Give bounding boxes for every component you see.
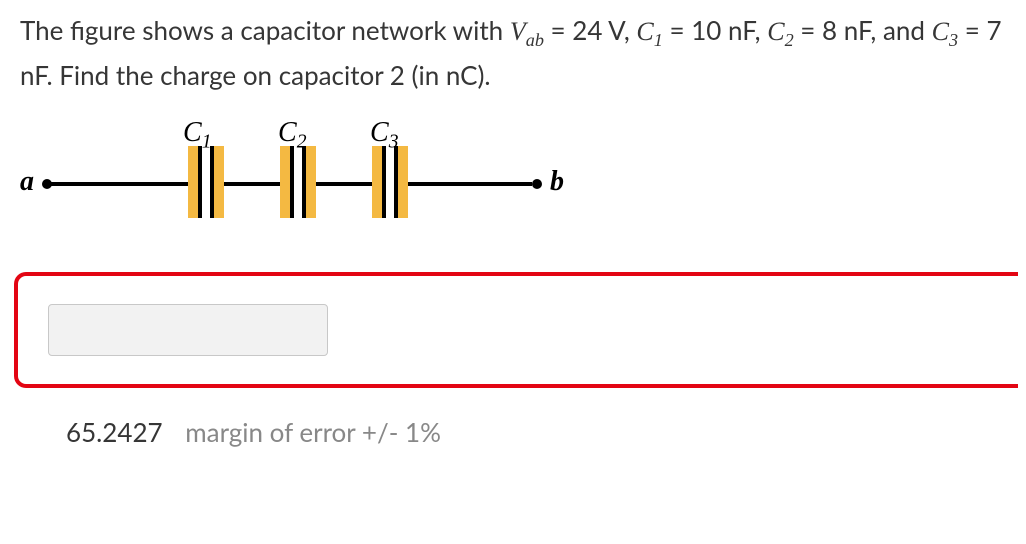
circuit-figure: a C1 C2 C3 b <box>20 122 580 242</box>
q-eq2: = 10 nF, <box>663 14 767 46</box>
wire-1 <box>48 182 188 186</box>
cap1-sub: 1 <box>202 132 212 153</box>
cap3-sub: 3 <box>389 132 399 153</box>
vab-sym: Vab <box>510 17 544 46</box>
answer-input[interactable] <box>48 304 328 356</box>
result-line: 65.2427 margin of error +/- 1% <box>66 416 1006 448</box>
capacitor-3 <box>372 146 408 218</box>
q-intro: The figure shows a capacitor network wit… <box>20 14 510 46</box>
cap1-pre: C <box>183 117 202 148</box>
cap3-label: C3 <box>370 117 398 154</box>
q-eq3: = 8 nF, and <box>794 14 932 46</box>
cap1-label: C1 <box>183 117 211 154</box>
q-eq1: = 24 V, <box>544 14 636 46</box>
cap2-sub: 2 <box>297 132 307 153</box>
correct-answer: 65.2427 <box>66 416 163 448</box>
vab-pre: V <box>510 17 526 46</box>
node-b-dot <box>532 179 542 189</box>
answer-box <box>14 272 1018 388</box>
c2-sym: C2 <box>767 17 793 46</box>
wire-3 <box>316 182 372 186</box>
c3-sym: C3 <box>932 17 958 46</box>
wire-4 <box>408 182 532 186</box>
node-a-label: a <box>20 166 34 198</box>
c2-pre: C <box>767 17 784 46</box>
c2-sub: 2 <box>785 30 794 50</box>
cap2-label: C2 <box>278 117 306 154</box>
cap3-pre: C <box>370 117 389 148</box>
margin-note: margin of error +/- 1% <box>185 416 441 448</box>
c3-pre: C <box>932 17 949 46</box>
wire-2 <box>224 182 280 186</box>
question-text: The figure shows a capacitor network wit… <box>20 10 1006 97</box>
cap2-pre: C <box>278 117 297 148</box>
capacitor-2 <box>280 146 316 218</box>
node-b-label: b <box>550 166 564 198</box>
capacitor-1 <box>188 146 224 218</box>
c1-pre: C <box>636 17 653 46</box>
c1-sub: 1 <box>654 30 663 50</box>
c3-sub: 3 <box>949 30 958 50</box>
c1-sym: C1 <box>636 17 662 46</box>
vab-sub: ab <box>526 30 544 50</box>
